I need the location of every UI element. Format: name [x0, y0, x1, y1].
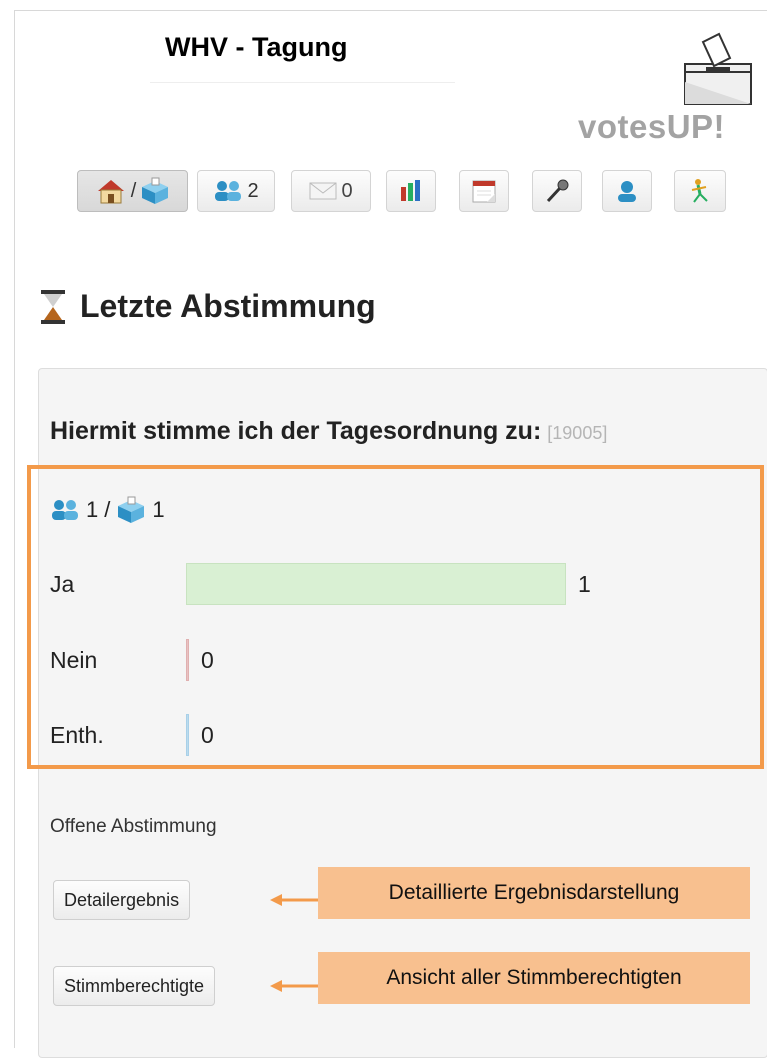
- bar-chart-icon: [401, 180, 420, 201]
- exit-icon: [691, 179, 708, 203]
- participants-button[interactable]: 2: [197, 170, 275, 212]
- messages-count: 0: [341, 179, 353, 202]
- logout-button[interactable]: [674, 170, 726, 212]
- logo-text: votesUP!: [578, 108, 726, 145]
- user-icon: [618, 181, 636, 202]
- vote-option-value: 0: [201, 646, 214, 673]
- vote-question: Hiermit stimme ich der Tagesordnung zu:[…: [50, 417, 607, 446]
- hourglass-icon: [41, 289, 65, 324]
- count-separator: /: [104, 497, 111, 522]
- participant-count: 1: [86, 497, 99, 522]
- vote-bar: [186, 639, 189, 681]
- vote-row-yes: Ja 1: [50, 563, 591, 605]
- speaker-button[interactable]: [532, 170, 582, 212]
- profile-button[interactable]: [602, 170, 652, 212]
- ballot-box-icon: [142, 177, 169, 204]
- votesup-logo: votesUP!: [570, 32, 765, 145]
- vote-option-value: 1: [578, 570, 591, 597]
- vote-option-label: Nein: [50, 646, 98, 673]
- vote-bar: [186, 714, 189, 756]
- home-icon: [97, 180, 124, 204]
- detail-result-button[interactable]: Detailergebnis: [53, 880, 191, 920]
- home-vote-button[interactable]: /: [77, 170, 188, 212]
- section-title: Letzte Abstimmung: [80, 288, 376, 324]
- vote-option-label: Enth.: [50, 721, 104, 748]
- arrow-left-icon: [270, 894, 318, 906]
- results-button[interactable]: [386, 170, 436, 212]
- messages-button[interactable]: 0: [291, 170, 371, 212]
- vote-option-value: 0: [201, 721, 214, 748]
- detail-callout: Detaillierte Ergebnisdarstellung: [318, 867, 750, 919]
- vote-count-row: 1 / 1: [50, 496, 165, 524]
- event-title: WHV - Tagung: [165, 32, 348, 62]
- voters-callout: Ansicht aller Stimmberechtigten: [318, 952, 750, 1004]
- calendar-icon: [472, 180, 496, 203]
- section-heading: Letzte Abstimmung: [40, 288, 376, 325]
- eligible-voters-button[interactable]: Stimmberechtigte: [53, 966, 216, 1006]
- vote-row-abstain: Enth. 0: [50, 714, 214, 756]
- vote-mode-label: Offene Abstimmung: [50, 816, 217, 837]
- agenda-button[interactable]: [459, 170, 509, 212]
- vote-row-no: Nein 0: [50, 639, 214, 681]
- home-separator: /: [130, 179, 137, 202]
- vote-question-text: Hiermit stimme ich der Tagesordnung zu:: [50, 417, 542, 445]
- ballot-count: 1: [152, 497, 165, 522]
- vote-bar: [186, 563, 566, 605]
- microphone-icon: [546, 179, 569, 203]
- participants-count: 2: [247, 179, 259, 202]
- arrow-left-icon: [270, 980, 318, 992]
- ballot-box-icon: [118, 496, 145, 523]
- users-icon: [52, 500, 78, 520]
- envelope-icon: [309, 182, 337, 200]
- users-icon: [215, 181, 242, 201]
- vote-option-label: Ja: [50, 570, 75, 597]
- title-divider: [150, 82, 455, 83]
- vote-id: [19005]: [547, 423, 608, 443]
